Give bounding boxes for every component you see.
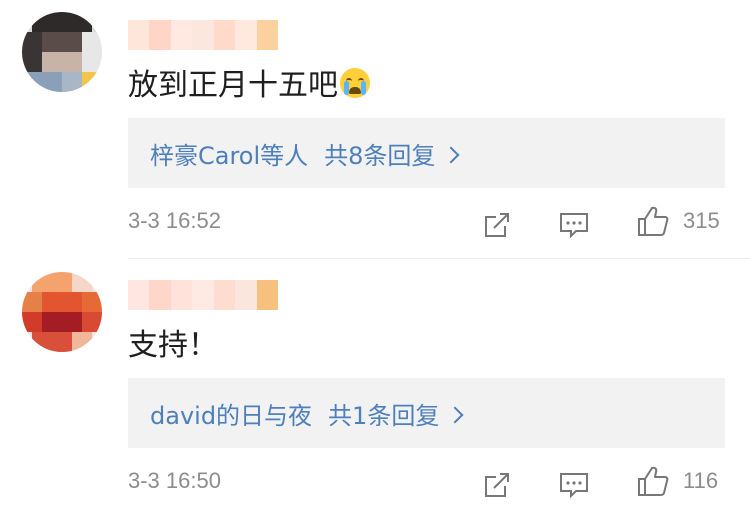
like-icon[interactable] bbox=[636, 464, 670, 498]
username-blurred[interactable] bbox=[128, 20, 278, 50]
avatar[interactable] bbox=[22, 272, 102, 352]
chevron-right-icon bbox=[446, 406, 464, 423]
crying-face-icon bbox=[340, 68, 370, 98]
reply-summary[interactable]: david的日与夜 共1条回复 bbox=[128, 378, 725, 448]
timestamp: 3-3 16:50 bbox=[128, 468, 221, 493]
comment-item: 放到正月十五吧 梓豪Carol等人 共8条回复 3-3 16:52 315 bbox=[0, 0, 750, 258]
comment-icon[interactable] bbox=[558, 470, 590, 500]
reply-count[interactable]: 共1条回复 bbox=[328, 402, 439, 430]
comment-icon[interactable] bbox=[558, 210, 590, 240]
reply-users[interactable]: 梓豪Carol等人 bbox=[150, 142, 308, 170]
chevron-right-icon bbox=[442, 146, 460, 163]
divider bbox=[128, 258, 750, 259]
avatar[interactable] bbox=[22, 12, 102, 92]
comment-text: 支持！ bbox=[128, 328, 218, 363]
share-icon[interactable] bbox=[482, 470, 512, 500]
like-icon[interactable] bbox=[636, 204, 670, 238]
share-icon[interactable] bbox=[482, 210, 512, 240]
like-count: 315 bbox=[683, 208, 720, 233]
username-blurred[interactable] bbox=[128, 280, 278, 310]
reply-count[interactable]: 共8条回复 bbox=[324, 142, 435, 170]
reply-users[interactable]: david的日与夜 bbox=[150, 402, 312, 430]
like-count: 116 bbox=[683, 468, 719, 493]
comment-item: 支持！ david的日与夜 共1条回复 3-3 16:50 116 bbox=[0, 260, 750, 511]
reply-summary[interactable]: 梓豪Carol等人 共8条回复 bbox=[128, 118, 725, 188]
timestamp: 3-3 16:52 bbox=[128, 208, 221, 233]
comment-text: 放到正月十五吧 bbox=[128, 66, 370, 106]
